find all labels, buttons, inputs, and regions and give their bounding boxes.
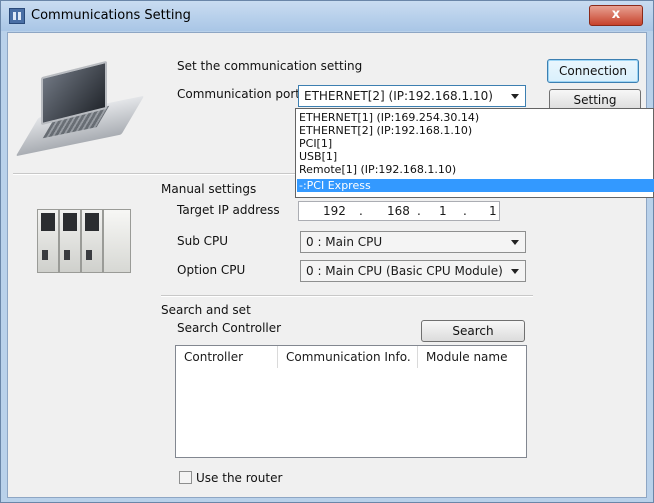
dropdown-option[interactable]: USB[1] (299, 150, 337, 163)
use-router-label[interactable]: Use the router (196, 471, 282, 485)
dropdown-option[interactable]: ETHERNET[2] (IP:192.168.1.10) (299, 124, 472, 137)
dropdown-option[interactable]: PCI[1] (299, 137, 332, 150)
ip-octet[interactable]: 168 (387, 204, 410, 218)
ip-dot: . (359, 204, 363, 218)
chevron-down-icon (511, 269, 519, 274)
close-button[interactable]: x (589, 5, 643, 26)
communications-setting-window: Communications Setting x Set the communi… (0, 0, 654, 503)
dropdown-option-selected[interactable]: -:PCI Express (297, 179, 654, 192)
communication-port-value: ETHERNET[2] (IP:192.168.1.10) (304, 89, 493, 103)
ip-octet[interactable]: 1 (489, 204, 497, 218)
ip-dot: . (463, 204, 467, 218)
search-and-set-heading: Search and set (161, 303, 251, 317)
communication-port-label: Communication port (177, 87, 300, 101)
ip-octet[interactable]: 192 (323, 204, 346, 218)
controller-table[interactable]: Controller Communication Info. Module na… (175, 345, 527, 458)
app-icon (9, 8, 25, 24)
option-cpu-combo[interactable]: 0 : Main CPU (Basic CPU Module) (300, 260, 526, 282)
chevron-down-icon (511, 94, 519, 99)
sub-cpu-label: Sub CPU (177, 234, 229, 248)
column-header-module-name[interactable]: Module name (418, 346, 526, 368)
target-ip-input[interactable]: 192 . 168 . 1 . 1 (298, 201, 500, 221)
communication-port-combo[interactable]: ETHERNET[2] (IP:192.168.1.10) (298, 85, 526, 107)
communication-port-dropdown-list[interactable]: ETHERNET[1] (IP:169.254.30.14) ETHERNET[… (295, 108, 654, 198)
communication-setting-heading: Set the communication setting (177, 59, 363, 73)
option-cpu-label: Option CPU (177, 263, 246, 277)
target-ip-label: Target IP address (177, 203, 280, 217)
column-header-communication-info[interactable]: Communication Info. (278, 346, 418, 368)
window-title: Communications Setting (31, 8, 191, 23)
dropdown-option[interactable]: Remote[1] (IP:192.168.1.10) (299, 163, 456, 176)
divider (161, 295, 533, 297)
manual-settings-heading: Manual settings (161, 182, 257, 196)
column-header-controller[interactable]: Controller (176, 346, 278, 368)
sub-cpu-combo[interactable]: 0 : Main CPU (300, 231, 526, 253)
connection-button[interactable]: Connection (547, 59, 639, 83)
sub-cpu-value: 0 : Main CPU (306, 235, 383, 249)
ip-dot: . (417, 204, 421, 218)
dropdown-option[interactable]: ETHERNET[1] (IP:169.254.30.14) (299, 111, 479, 124)
ip-octet[interactable]: 1 (439, 204, 447, 218)
chevron-down-icon (511, 240, 519, 245)
option-cpu-value: 0 : Main CPU (Basic CPU Module) (306, 264, 503, 278)
search-controller-label: Search Controller (177, 321, 282, 335)
search-button[interactable]: Search (421, 320, 525, 342)
use-router-checkbox[interactable] (179, 471, 192, 484)
title-bar[interactable]: Communications Setting x (1, 1, 653, 31)
